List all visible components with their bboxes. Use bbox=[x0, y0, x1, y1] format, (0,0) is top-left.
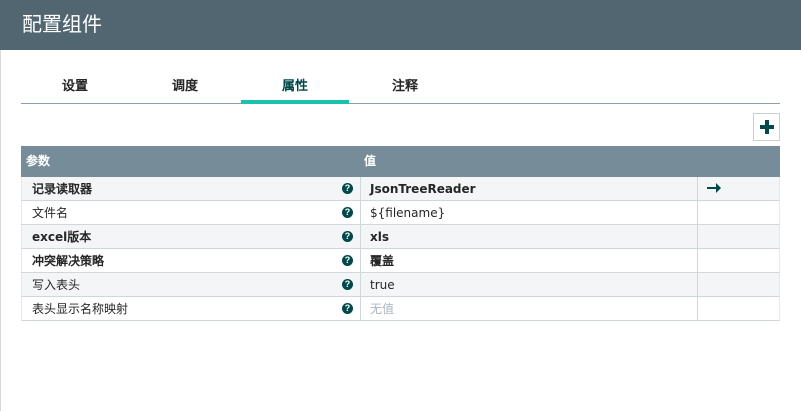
dialog-left-border bbox=[0, 50, 1, 411]
active-tab-indicator bbox=[241, 100, 349, 104]
tab-scheduling[interactable]: 调度 bbox=[131, 70, 239, 103]
column-divider bbox=[697, 225, 698, 248]
tab-settings[interactable]: 设置 bbox=[21, 70, 129, 103]
column-divider bbox=[697, 249, 698, 272]
help-icon[interactable]: ? bbox=[342, 183, 353, 194]
property-value[interactable]: 覆盖 bbox=[370, 249, 394, 273]
table-row: 文件名 ? ${filename} bbox=[21, 201, 780, 225]
column-divider bbox=[360, 297, 361, 320]
column-divider bbox=[360, 225, 361, 248]
tab-comments[interactable]: 注释 bbox=[351, 70, 459, 103]
property-name: 冲突解决策略 bbox=[32, 254, 105, 268]
column-divider bbox=[360, 273, 361, 296]
help-icon[interactable]: ? bbox=[342, 207, 353, 218]
property-value[interactable]: true bbox=[370, 273, 395, 297]
column-divider bbox=[697, 201, 698, 224]
property-name: excel版本 bbox=[32, 230, 92, 244]
tab-properties[interactable]: 属性 bbox=[241, 70, 349, 103]
add-property-button[interactable] bbox=[753, 113, 780, 141]
column-divider bbox=[697, 297, 698, 320]
property-value[interactable]: JsonTreeReader bbox=[370, 177, 476, 201]
column-divider bbox=[360, 249, 361, 272]
table-row: 记录读取器 ? JsonTreeReader bbox=[21, 177, 780, 201]
table-row: excel版本 ? xls bbox=[21, 225, 780, 249]
property-name: 文件名 bbox=[32, 206, 69, 220]
go-to-arrow-icon[interactable] bbox=[707, 183, 721, 193]
property-value[interactable]: 无值 bbox=[370, 297, 394, 321]
help-icon[interactable]: ? bbox=[342, 279, 353, 290]
column-divider bbox=[360, 177, 361, 200]
column-header-value: 值 bbox=[364, 154, 377, 168]
dialog-title: 配置组件 bbox=[22, 12, 102, 36]
properties-table: 参数 值 记录读取器 ? JsonTreeReader 文件名 ? ${file… bbox=[21, 146, 780, 321]
help-icon[interactable]: ? bbox=[342, 303, 353, 314]
plus-icon bbox=[759, 120, 774, 134]
table-header: 参数 值 bbox=[21, 146, 780, 177]
property-value[interactable]: xls bbox=[370, 225, 389, 249]
property-value[interactable]: ${filename} bbox=[370, 201, 445, 225]
column-divider bbox=[697, 177, 698, 200]
property-name: 写入表头 bbox=[32, 278, 81, 292]
dialog-header: 配置组件 bbox=[0, 0, 801, 50]
property-name: 表头显示名称映射 bbox=[32, 302, 129, 316]
property-name: 记录读取器 bbox=[32, 182, 93, 196]
table-row: 表头显示名称映射 ? 无值 bbox=[21, 297, 780, 321]
column-divider bbox=[360, 201, 361, 224]
help-icon[interactable]: ? bbox=[342, 231, 353, 242]
tab-bar: 设置 调度 属性 注释 bbox=[21, 70, 780, 104]
table-row: 写入表头 ? true bbox=[21, 273, 780, 297]
help-icon[interactable]: ? bbox=[342, 255, 353, 266]
column-header-name: 参数 bbox=[26, 154, 51, 168]
column-divider bbox=[697, 273, 698, 296]
table-row: 冲突解决策略 ? 覆盖 bbox=[21, 249, 780, 273]
